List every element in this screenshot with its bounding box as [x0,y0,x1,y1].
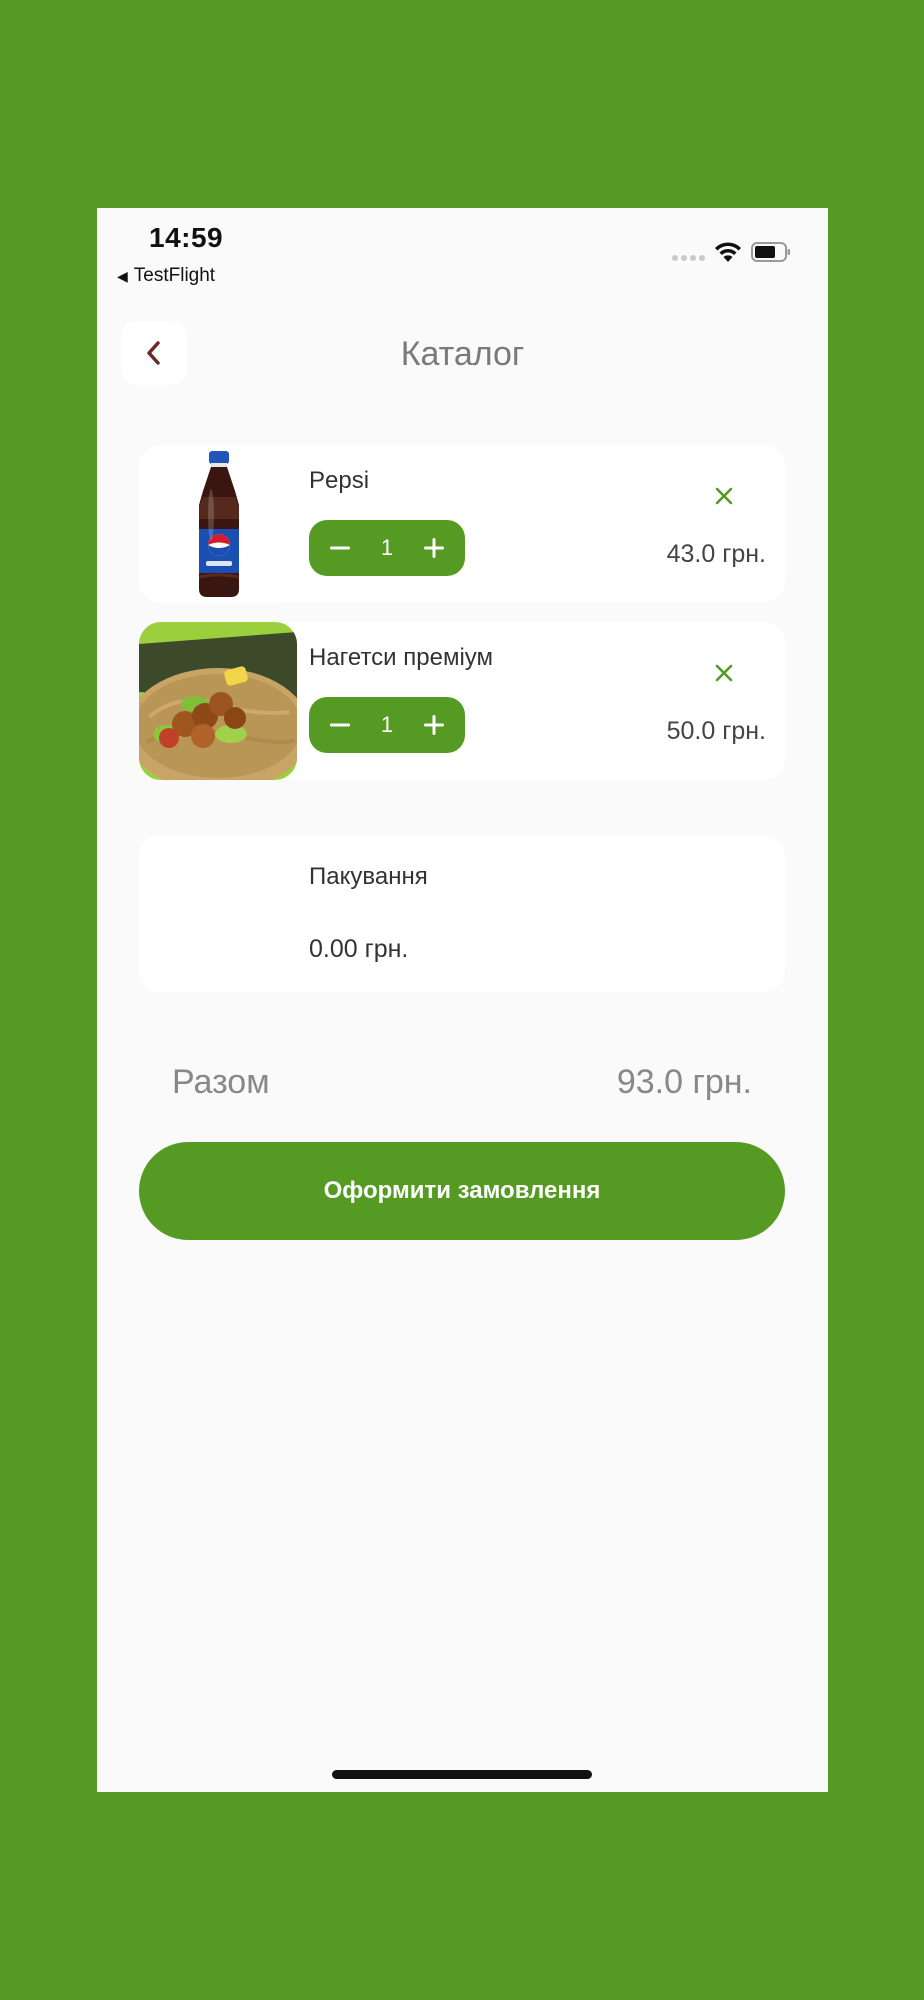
packaging-price: 0.00 грн. [309,935,409,963]
back-app-label: TestFlight [133,265,216,286]
remove-item-button[interactable] [709,481,739,511]
increase-button[interactable] [421,535,447,561]
item-price: 50.0 грн. [666,717,766,745]
close-icon [715,664,733,682]
page-title: Каталог [400,335,525,373]
item-price: 43.0 грн. [666,540,766,568]
app-screen: 14:59 ◀ TestFlight Каталог Pepsi 1 43.0 … [97,208,828,1792]
back-triangle-icon: ◀ [117,267,128,284]
total-value: 93.0 грн. [616,1063,752,1101]
remove-item-button[interactable] [709,658,739,688]
total-label: Разом [172,1063,270,1101]
product-image [139,445,297,603]
checkout-button[interactable]: Оформити замовлення [139,1142,785,1240]
cart-item: Нагетси преміум 1 50.0 грн. [139,622,785,780]
packaging-name: Пакування [309,863,428,890]
plus-icon [424,715,444,735]
product-image [139,622,297,780]
decrease-button[interactable] [327,712,353,738]
cellular-signal-icon [672,255,705,261]
item-name: Pepsi [309,467,370,494]
plus-icon [424,538,444,558]
cart-item: Pepsi 1 43.0 грн. [139,445,785,603]
minus-icon [330,723,350,727]
wifi-icon [715,242,741,262]
close-icon [715,487,733,505]
increase-button[interactable] [421,712,447,738]
back-to-app-link[interactable]: ◀ TestFlight [117,265,215,287]
packaging-card: Пакування 0.00 грн. [139,835,785,992]
item-name: Нагетси преміум [309,644,494,671]
home-indicator[interactable] [332,1770,592,1779]
decrease-button[interactable] [327,535,353,561]
quantity-value: 1 [380,712,394,737]
status-time: 14:59 [149,222,224,253]
quantity-value: 1 [380,535,394,560]
quantity-stepper: 1 [309,520,465,576]
battery-icon [751,242,790,262]
minus-icon [330,546,350,550]
quantity-stepper: 1 [309,697,465,753]
